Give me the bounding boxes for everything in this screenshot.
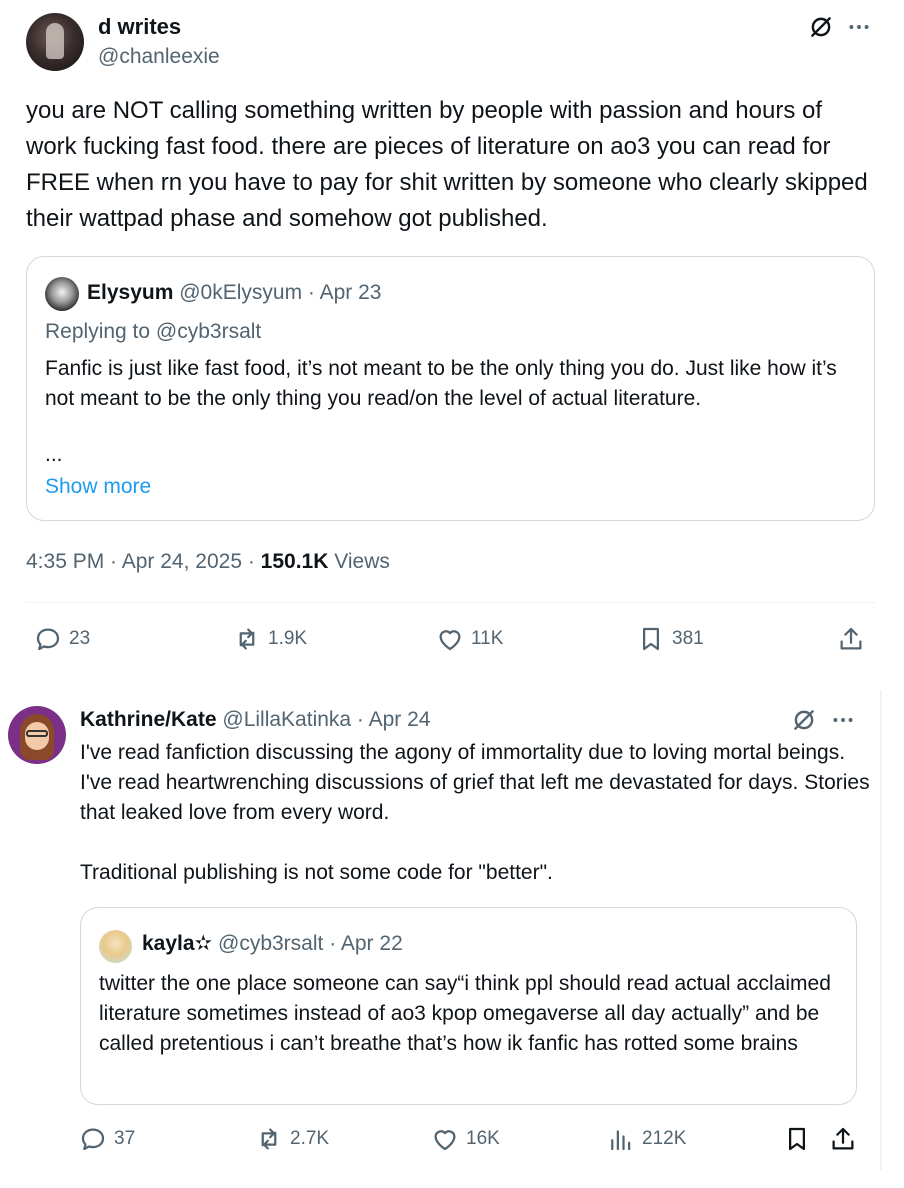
- like-count: 11K: [471, 628, 504, 649]
- more-icon[interactable]: [846, 14, 872, 40]
- avatar[interactable]: [26, 13, 84, 71]
- bookmark-icon: [643, 627, 659, 651]
- tweet-main: d writes @chanleexie you are NOT calling…: [0, 0, 900, 664]
- quoted-author-handle: @0kElysyum: [179, 281, 303, 304]
- replying-to: Replying to @cyb3rsalt: [45, 320, 262, 343]
- quoted-author-handle: @cyb3rsalt: [218, 932, 324, 955]
- bookmark-button[interactable]: [782, 1124, 812, 1154]
- tweet-reply: Kathrine/Kate @LillaKatinka · Apr 24 I'v…: [0, 690, 904, 1188]
- quoted-ellipsis: ...: [45, 443, 63, 466]
- quoted-tweet-text: twitter the one place someone can say“i …: [99, 972, 831, 1055]
- quoted-author-name: Elysyum: [87, 281, 174, 304]
- quoted-tweet-header: kayla✫ @cyb3rsalt · Apr 22: [142, 931, 403, 956]
- share-icon: [832, 1127, 854, 1150]
- reply-button[interactable]: 37: [78, 1124, 135, 1154]
- quoted-date: Apr 22: [340, 932, 403, 955]
- quoted-tweet[interactable]: kayla✫ @cyb3rsalt · Apr 22 twitter the o…: [80, 907, 857, 1105]
- views-button[interactable]: 212K: [606, 1124, 686, 1154]
- author-handle[interactable]: @chanleexie: [98, 45, 220, 69]
- separator: ·: [351, 708, 369, 731]
- bookmark-count: 381: [672, 628, 704, 649]
- share-button[interactable]: [836, 624, 866, 654]
- tweet-paragraph: Traditional publishing is not some code …: [80, 861, 553, 884]
- repost-icon: [261, 1128, 277, 1150]
- quoted-tweet-text: Fanfic is just like fast food, it’s not …: [45, 357, 837, 410]
- divider: [26, 602, 876, 603]
- more-icon[interactable]: [830, 707, 856, 733]
- author-handle[interactable]: @LillaKatinka: [222, 708, 351, 731]
- bookmark-button[interactable]: 381: [636, 624, 704, 654]
- author-name[interactable]: Kathrine/Kate: [80, 708, 217, 731]
- tweet-text: I've read fanfiction discussing the agon…: [80, 738, 870, 888]
- separator: ·: [242, 550, 261, 573]
- tweet-meta: 4:35 PM · Apr 24, 2025 · 150.1K Views: [26, 550, 390, 574]
- quoted-tweet[interactable]: Elysyum @0kElysyum · Apr 23 Replying to …: [26, 256, 875, 521]
- avatar: [45, 277, 79, 311]
- separator: ·: [323, 932, 341, 955]
- like-count: 16K: [466, 1128, 500, 1149]
- reply-button[interactable]: 23: [33, 624, 90, 654]
- repost-count: 2.7K: [290, 1128, 330, 1149]
- reply-icon: [81, 1128, 105, 1151]
- tweet-date[interactable]: Apr 24, 2025: [122, 550, 242, 573]
- quoted-date: Apr 23: [319, 281, 382, 304]
- separator: ·: [302, 281, 320, 304]
- bookmark-icon: [789, 1127, 805, 1151]
- reply-icon: [36, 628, 60, 651]
- show-more-link[interactable]: Show more: [45, 475, 151, 499]
- reply-count: 23: [69, 628, 91, 649]
- reply-count: 37: [114, 1128, 136, 1149]
- quoted-tweet-header: Elysyum @0kElysyum · Apr 23: [87, 281, 381, 305]
- views-count: 212K: [642, 1128, 687, 1149]
- repost-icon: [239, 628, 255, 650]
- separator: ·: [104, 550, 122, 573]
- quoted-author-name: kayla✫: [142, 932, 213, 955]
- avatar: [99, 930, 132, 963]
- views-label: Views: [328, 550, 390, 573]
- like-icon: [434, 1130, 456, 1151]
- grok-icon[interactable]: [808, 14, 834, 40]
- tweet-paragraph: I've read fanfiction discussing the agon…: [80, 741, 870, 824]
- tweet-header: Kathrine/Kate @LillaKatinka · Apr 24: [80, 708, 430, 732]
- tweet-date[interactable]: Apr 24: [369, 708, 431, 731]
- views-count: 150.1K: [260, 550, 329, 573]
- share-icon: [840, 627, 862, 650]
- grok-icon[interactable]: [791, 707, 817, 733]
- views-icon: [611, 1130, 631, 1151]
- repost-count: 1.9K: [268, 628, 308, 649]
- like-icon: [439, 630, 461, 651]
- tweet-time[interactable]: 4:35 PM: [26, 550, 104, 573]
- author-name[interactable]: d writes: [98, 14, 181, 40]
- avatar[interactable]: [8, 706, 66, 764]
- tweet-text: you are NOT calling something written by…: [26, 97, 868, 232]
- like-button[interactable]: 11K: [435, 624, 503, 654]
- repost-button[interactable]: 1.9K: [232, 624, 307, 654]
- share-button[interactable]: [828, 1124, 858, 1154]
- like-button[interactable]: 16K: [430, 1124, 500, 1154]
- repost-button[interactable]: 2.7K: [254, 1124, 329, 1154]
